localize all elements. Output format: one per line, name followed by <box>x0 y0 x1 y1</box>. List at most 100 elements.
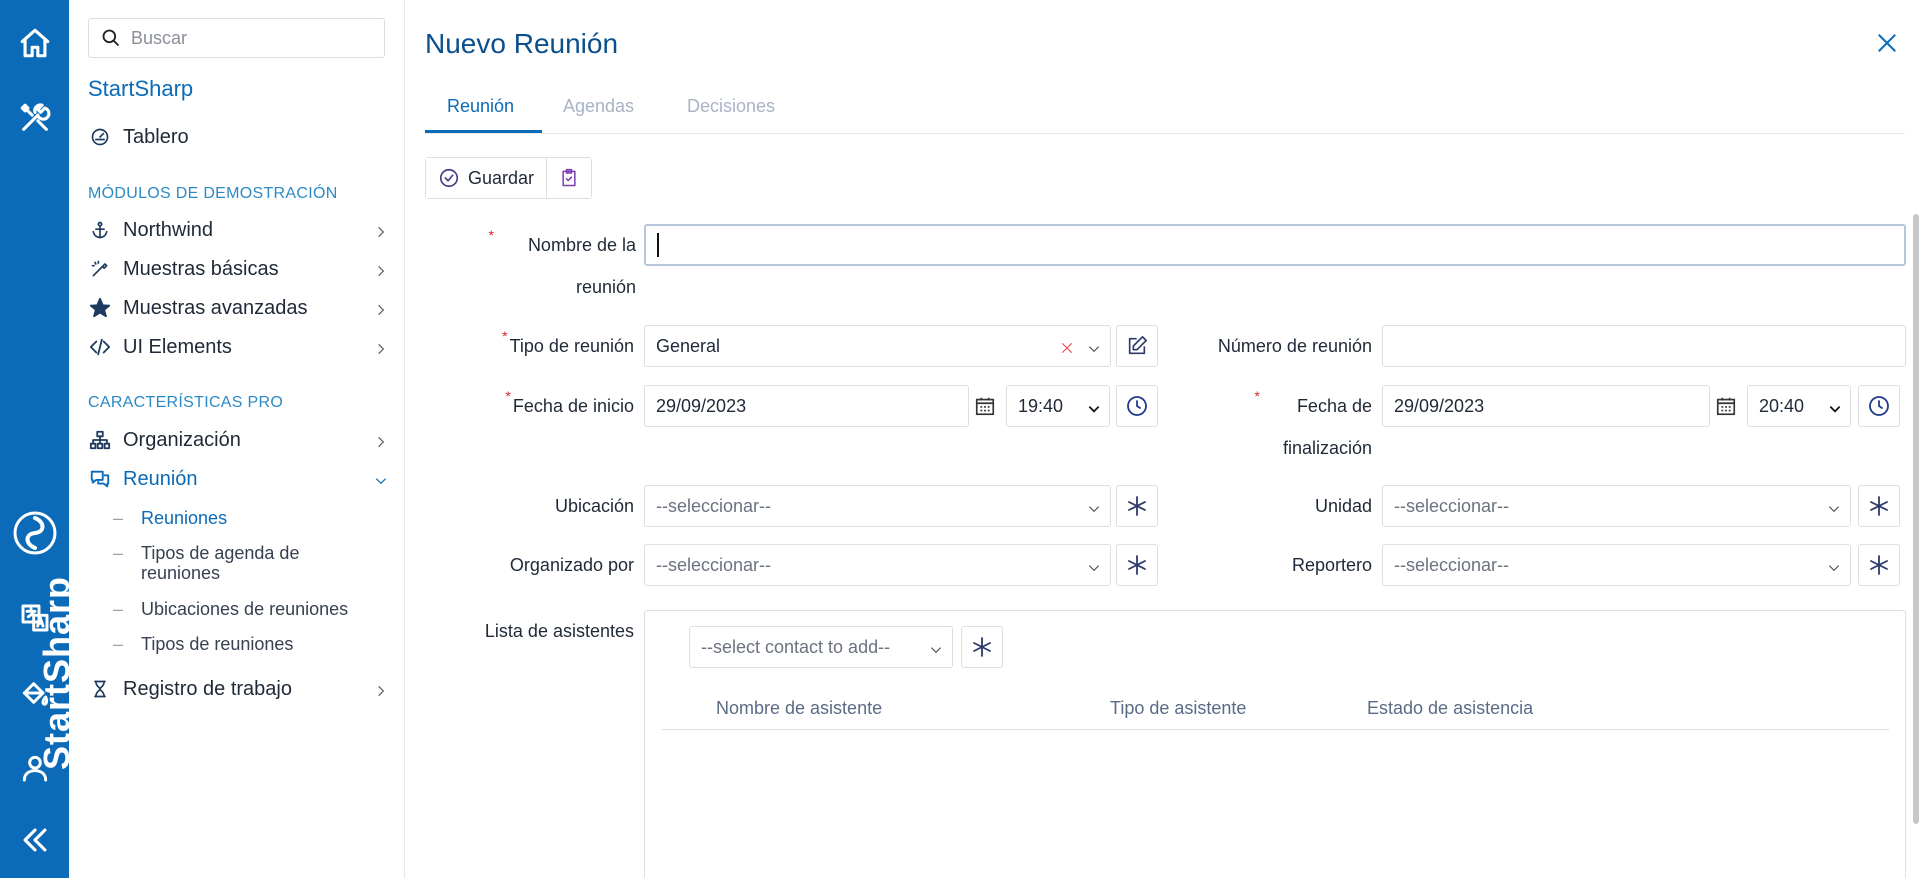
end-date-input[interactable]: 29/09/2023 <box>1382 385 1710 427</box>
asterisk-icon <box>973 637 991 657</box>
save-label: Guardar <box>468 167 535 188</box>
user-icon[interactable] <box>0 740 69 796</box>
chevron-right-icon <box>374 300 388 323</box>
start-date-label-text: Fecha de inicio <box>512 396 634 416</box>
reporter-add-button[interactable] <box>1858 544 1900 586</box>
section-heading-pro: CARACTERÍSTICAS PRO <box>88 394 284 411</box>
meeting-type-label-text: Tipo de reunión <box>509 336 634 356</box>
close-icon[interactable] <box>1876 32 1898 59</box>
chevron-right-icon <box>374 222 388 245</box>
sidebar-subitem-label: Ubicaciones de reuniones <box>141 599 349 619</box>
sidebar-item-muestras-avanzadas[interactable]: Muestras avanzadas <box>88 290 388 326</box>
tab-reunion[interactable]: Reunión <box>447 96 514 117</box>
section-heading-demo: MÓDULOS DE DEMOSTRACIÓN <box>88 185 338 202</box>
end-time-select[interactable]: 20:40 <box>1747 385 1851 427</box>
sidebar-brand-title[interactable]: StartSharp <box>88 76 193 102</box>
attendees-label: Lista de asistentes <box>484 621 634 641</box>
unit-select[interactable]: --seleccionar-- <box>1382 485 1851 527</box>
chevron-down-icon <box>1087 400 1101 421</box>
meeting-number-input[interactable] <box>1382 325 1906 367</box>
sidebar-item-registro-trabajo[interactable]: Registro de trabajo <box>88 671 388 707</box>
column-header-attendance-status[interactable]: Estado de asistencia <box>1367 698 1533 719</box>
sidebar-item-label: Organización <box>123 428 241 451</box>
reporter-value: --seleccionar-- <box>1394 554 1510 575</box>
search-input[interactable] <box>131 27 371 49</box>
sidebar-item-muestras-basicas[interactable]: Muestras básicas <box>88 251 388 287</box>
apply-changes-button[interactable] <box>546 158 592 198</box>
start-time-now-button[interactable] <box>1116 385 1158 427</box>
save-button[interactable]: Guardar <box>426 158 547 198</box>
tools-icon[interactable] <box>0 90 69 146</box>
sidebar-subitem-tipos-agenda[interactable]: – Tipos de agenda de reuniones <box>113 543 383 583</box>
location-select[interactable]: --seleccionar-- <box>644 485 1111 527</box>
home-icon[interactable] <box>0 15 69 71</box>
start-date-label: * Fecha de inicio <box>505 388 634 416</box>
sidebar-item-ui-elements[interactable]: UI Elements <box>88 329 388 365</box>
sidebar-item-tablero[interactable]: Tablero <box>88 119 388 155</box>
sidebar-item-northwind[interactable]: Northwind <box>88 212 388 248</box>
meeting-name-input[interactable] <box>644 224 1906 266</box>
sidebar: StartSharp Tablero MÓDULOS DE DEMOSTRACI… <box>69 0 405 878</box>
dialog-toolbar: Guardar <box>425 157 593 199</box>
sidebar-item-reunion[interactable]: Reunión <box>88 461 388 497</box>
location-label: Ubicación <box>554 496 634 516</box>
asterisk-icon <box>1870 496 1888 516</box>
dialog-scrollbar[interactable] <box>1913 214 1919 824</box>
tab-agendas[interactable]: Agendas <box>563 96 634 117</box>
column-header-attendee-name[interactable]: Nombre de asistente <box>716 698 882 719</box>
chevron-down-icon <box>1086 340 1102 361</box>
translate-icon[interactable] <box>0 590 69 646</box>
clear-x-icon[interactable] <box>1060 339 1074 360</box>
chevron-down-icon <box>374 471 388 494</box>
sidebar-subitem-tipos-reuniones[interactable]: – Tipos de reuniones <box>113 634 383 655</box>
calendar-icon[interactable] <box>974 395 996 417</box>
unit-add-button[interactable] <box>1858 485 1900 527</box>
tab-decisiones[interactable]: Decisiones <box>687 96 775 117</box>
sidebar-item-label: Muestras básicas <box>123 257 279 280</box>
organizer-select[interactable]: --seleccionar-- <box>644 544 1111 586</box>
start-time-value: 19:40 <box>1018 395 1064 416</box>
contact-add-button[interactable] <box>961 626 1003 668</box>
end-time-now-button[interactable] <box>1858 385 1900 427</box>
star-icon <box>88 296 112 320</box>
chevron-right-icon <box>374 681 388 704</box>
clock-icon <box>1869 396 1889 416</box>
meeting-type-label: * Tipo de reunión <box>502 328 634 356</box>
unit-label: Unidad <box>1314 496 1372 516</box>
left-rail: StartSharp <box>0 0 77 878</box>
sidebar-subitem-label: Tipos de reuniones <box>141 634 294 654</box>
chevron-right-icon <box>374 432 388 455</box>
chevron-right-icon <box>374 339 388 362</box>
hourglass-icon <box>88 677 112 701</box>
paint-bucket-icon[interactable] <box>0 665 69 721</box>
meeting-type-select[interactable]: General <box>644 325 1111 367</box>
start-date-value: 29/09/2023 <box>656 395 747 416</box>
sidebar-subitem-ubicaciones[interactable]: – Ubicaciones de reuniones <box>113 599 383 620</box>
meeting-type-value: General <box>656 335 721 356</box>
chevron-right-icon <box>374 261 388 284</box>
start-time-select[interactable]: 19:40 <box>1006 385 1110 427</box>
reporter-select[interactable]: --seleccionar-- <box>1382 544 1851 586</box>
chat-icon <box>88 467 112 491</box>
collapse-double-chevron-icon[interactable] <box>0 812 69 868</box>
sidebar-item-organizacion[interactable]: Organización <box>88 422 388 458</box>
brand-swirl-icon <box>13 511 57 555</box>
sidebar-item-label: Northwind <box>123 218 214 241</box>
meeting-name-label-text: Nombre de la reunión <box>527 235 636 297</box>
organizer-label: Organizado por <box>509 555 634 575</box>
end-date-label-text: Fecha de finalización <box>1282 396 1372 458</box>
asterisk-icon <box>1870 555 1888 575</box>
end-date-value: 29/09/2023 <box>1394 395 1485 416</box>
reporter-label: Reportero <box>1291 555 1372 575</box>
contact-select[interactable]: --select contact to add-- <box>689 626 953 668</box>
dialog-panel: Nuevo Reunión Reunión Agendas Decisiones… <box>406 0 1920 878</box>
chevron-down-icon <box>928 641 944 662</box>
sidebar-subitem-reuniones[interactable]: – Reuniones <box>113 508 383 529</box>
organizer-value: --seleccionar-- <box>656 554 772 575</box>
calendar-icon[interactable] <box>1715 395 1737 417</box>
start-date-input[interactable]: 29/09/2023 <box>644 385 969 427</box>
sidebar-search[interactable] <box>88 18 385 58</box>
column-header-attendee-type[interactable]: Tipo de asistente <box>1110 698 1246 719</box>
sidebar-item-label: Muestras avanzadas <box>123 296 308 319</box>
chevron-down-icon <box>1826 559 1842 580</box>
